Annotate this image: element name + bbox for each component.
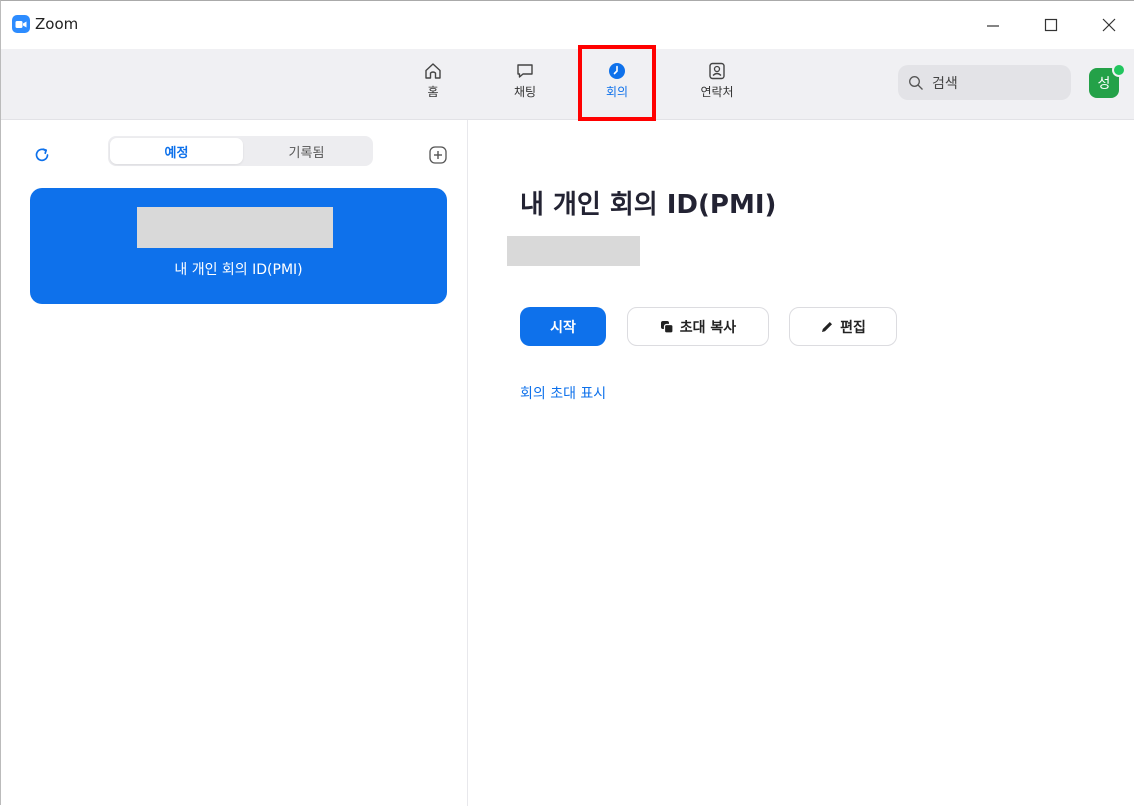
- redacted-meeting-id: [137, 207, 333, 248]
- contacts-icon: [709, 62, 725, 80]
- segment-recorded[interactable]: 기록됨: [240, 138, 373, 164]
- meeting-list-panel: 예정 기록됨 내 개인 회의 ID(PMI): [1, 120, 468, 806]
- highlight-box: [578, 45, 656, 121]
- pencil-icon: [822, 321, 833, 332]
- tab-chat-label: 채팅: [513, 85, 537, 99]
- close-button[interactable]: [1089, 9, 1129, 41]
- meeting-filter-segment: 예정 기록됨: [108, 136, 373, 166]
- refresh-icon: [35, 148, 49, 162]
- chat-icon: [517, 64, 533, 78]
- copy-icon: [660, 320, 674, 334]
- add-meeting-button[interactable]: [428, 145, 448, 165]
- plus-icon: [429, 146, 447, 164]
- refresh-button[interactable]: [33, 146, 53, 166]
- segment-upcoming[interactable]: 예정: [110, 138, 243, 164]
- meeting-card-pmi[interactable]: 내 개인 회의 ID(PMI): [30, 188, 447, 304]
- tab-chat[interactable]: 채팅: [490, 57, 560, 113]
- maximize-icon: [1044, 18, 1058, 32]
- top-nav: 홈 채팅 회의 연락처 검색 성: [1, 49, 1134, 120]
- search-placeholder: 검색: [932, 75, 958, 92]
- page-title: 내 개인 회의 ID(PMI): [520, 190, 777, 220]
- meeting-card-name: 내 개인 회의 ID(PMI): [174, 262, 303, 278]
- copy-invite-label: 초대 복사: [679, 319, 737, 336]
- tab-contacts-label: 연락처: [700, 85, 734, 99]
- minimize-icon: [987, 25, 999, 27]
- minimize-button[interactable]: [973, 9, 1013, 41]
- search-icon: [909, 75, 923, 90]
- close-icon: [1102, 18, 1116, 32]
- meeting-detail-panel: 내 개인 회의 ID(PMI) 시작 초대 복사 편집 회의 초대 표시: [468, 120, 1134, 806]
- edit-button[interactable]: 편집: [789, 307, 897, 346]
- search-box[interactable]: 검색: [898, 65, 1071, 100]
- zoom-logo-icon: [12, 15, 30, 33]
- tab-contacts[interactable]: 연락처: [682, 57, 752, 113]
- window-title: Zoom: [35, 15, 79, 33]
- redacted-meeting-number: [507, 236, 640, 266]
- copy-invite-button[interactable]: 초대 복사: [627, 307, 769, 346]
- show-invite-link[interactable]: 회의 초대 표시: [520, 383, 606, 403]
- start-button-label: 시작: [550, 319, 576, 336]
- maximize-button[interactable]: [1031, 9, 1071, 41]
- tab-home[interactable]: 홈: [398, 57, 468, 113]
- title-bar: Zoom: [1, 1, 1134, 49]
- zoom-window: Zoom 홈 채팅 회의 연락처 검색 성 예정 기록됨 내 개인 회의 ID(…: [0, 0, 1134, 806]
- presence-indicator: [1112, 63, 1126, 77]
- home-icon: [425, 63, 441, 79]
- edit-label: 편집: [840, 319, 866, 336]
- start-button[interactable]: 시작: [520, 307, 606, 346]
- tab-home-label: 홈: [427, 85, 439, 99]
